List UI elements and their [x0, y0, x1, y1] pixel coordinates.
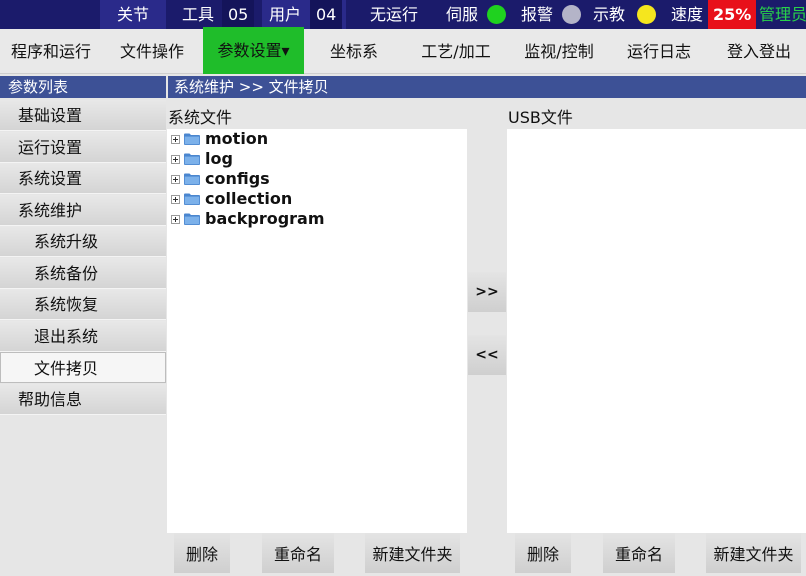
user-label: 用户: [269, 5, 302, 24]
servo-indicator-icon: [487, 5, 506, 24]
tree-item-label: collection: [205, 189, 293, 208]
tree-item-label: motion: [205, 129, 269, 148]
usb-delete-button[interactable]: 删除: [515, 533, 571, 573]
tree-item-label: backprogram: [205, 209, 325, 228]
usb-files-title: USB文件: [508, 108, 573, 127]
sidebar-item-system-maintenance[interactable]: 系统维护: [0, 195, 166, 226]
speed-value[interactable]: 25%: [708, 0, 757, 29]
sidebar-item-basic-settings[interactable]: 基础设置: [0, 100, 166, 131]
menu-coordinate-system[interactable]: 坐标系: [307, 29, 401, 74]
tool-value: 05: [222, 0, 255, 29]
run-state: 无运行: [370, 5, 419, 24]
sidebar-item-run-settings[interactable]: 运行设置: [0, 132, 166, 163]
menu-file-operation[interactable]: 文件操作: [104, 29, 200, 74]
menu-parameter-settings[interactable]: 参数设置▾: [203, 27, 304, 74]
sidebar-item-system-upgrade[interactable]: 系统升级: [0, 226, 166, 257]
system-rename-button[interactable]: 重命名: [262, 533, 334, 573]
tool-label: 工具: [182, 5, 215, 24]
main-menu-bar: 程序和运行 文件操作 参数设置▾ 坐标系 工艺/加工 监视/控制 运行日志 登入…: [0, 27, 806, 74]
role-label: 管理员: [759, 5, 806, 24]
sidebar-item-file-copy[interactable]: 文件拷贝: [0, 352, 166, 383]
teach-label: 示教: [593, 5, 626, 24]
folder-icon: [184, 133, 200, 145]
folder-icon: [184, 153, 200, 165]
alarm-label: 报警: [521, 5, 554, 24]
system-delete-button[interactable]: 删除: [174, 533, 230, 573]
expand-icon[interactable]: [171, 175, 180, 184]
folder-icon: [184, 213, 200, 225]
system-file-tree[interactable]: motion log configs collection backprogra…: [167, 129, 467, 533]
sidebar-item-exit-system[interactable]: 退出系统: [0, 321, 166, 352]
menu-program-run[interactable]: 程序和运行: [0, 29, 102, 74]
expand-icon[interactable]: [171, 215, 180, 224]
menu-process[interactable]: 工艺/加工: [406, 29, 506, 74]
parameter-list-header: 参数列表: [0, 76, 166, 98]
tree-item-label: log: [205, 149, 233, 168]
sidebar-item-system-settings[interactable]: 系统设置: [0, 163, 166, 194]
menu-login-logout[interactable]: 登入登出: [712, 29, 806, 74]
menu-run-log[interactable]: 运行日志: [612, 29, 706, 74]
copy-to-system-button[interactable]: <<: [468, 335, 506, 375]
status-bar: 关节 工具 05 用户 04 无运行 伺服 报警 示教 速度 25% 管理员: [0, 0, 806, 29]
tree-item-label: configs: [205, 169, 270, 188]
folder-icon: [184, 173, 200, 185]
system-new-folder-button[interactable]: 新建文件夹: [365, 533, 460, 573]
breadcrumb: 系统维护 >> 文件拷贝: [168, 76, 806, 98]
teach-indicator-icon: [637, 5, 656, 24]
speed-label: 速度: [671, 5, 704, 24]
usb-file-tree[interactable]: [507, 129, 806, 533]
usb-rename-button[interactable]: 重命名: [603, 533, 675, 573]
usb-new-folder-button[interactable]: 新建文件夹: [706, 533, 801, 573]
parameter-sidebar: 基础设置 运行设置 系统设置 系统维护 系统升级 系统备份 系统恢复 退出系统 …: [0, 100, 166, 576]
system-files-title: 系统文件: [168, 108, 233, 127]
sidebar-item-system-backup[interactable]: 系统备份: [0, 258, 166, 289]
alarm-indicator-icon: [562, 5, 581, 24]
expand-icon[interactable]: [171, 155, 180, 164]
user-box: 用户 04: [262, 0, 346, 29]
expand-icon[interactable]: [171, 135, 180, 144]
expand-icon[interactable]: [171, 195, 180, 204]
folder-icon: [184, 193, 200, 205]
motion-mode-label: 关节: [100, 0, 166, 29]
sidebar-item-help[interactable]: 帮助信息: [0, 384, 166, 415]
menu-monitor-control[interactable]: 监视/控制: [510, 29, 608, 74]
user-value: 04: [310, 0, 343, 29]
copy-to-usb-button[interactable]: >>: [468, 272, 506, 312]
sidebar-item-system-restore[interactable]: 系统恢复: [0, 289, 166, 320]
servo-label: 伺服: [446, 5, 479, 24]
